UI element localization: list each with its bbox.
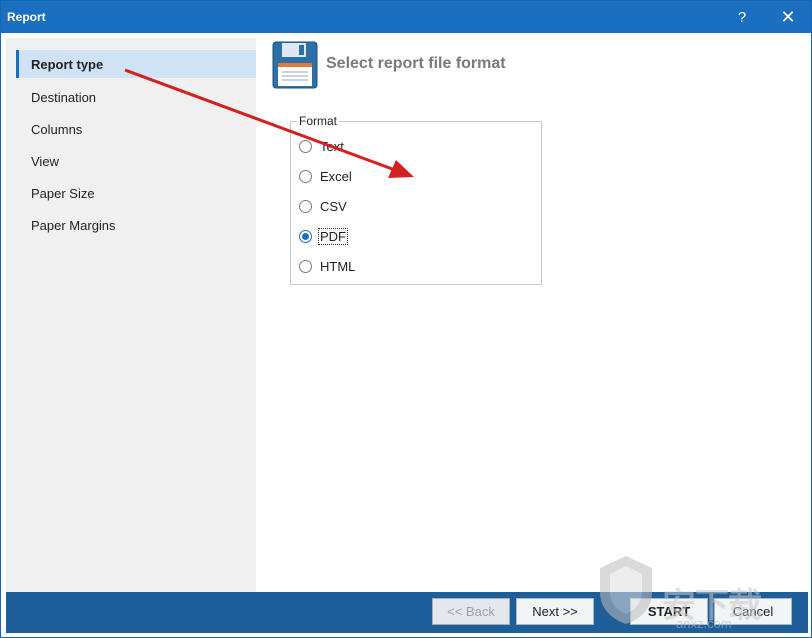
radio-option-pdf[interactable]: PDF (299, 226, 348, 246)
sidebar: Report type Destination Columns View Pap… (6, 38, 256, 592)
sidebar-item-label: Columns (31, 121, 83, 137)
sidebar-item-paper-size[interactable]: Paper Size (16, 179, 256, 207)
sidebar-item-destination[interactable]: Destination (16, 83, 256, 111)
sidebar-item-label: Paper Size (31, 185, 95, 201)
radio-option-excel[interactable]: Excel (299, 166, 353, 186)
radio-button[interactable] (299, 139, 312, 153)
sidebar-item-columns[interactable]: Columns (16, 115, 256, 143)
sidebar-item-label: Report type (31, 56, 104, 72)
cancel-button[interactable]: Cancel (714, 598, 792, 625)
radio-option-text[interactable]: Text (299, 136, 345, 156)
page-title: Select report file format (326, 55, 506, 72)
sidebar-item-label: View (31, 153, 59, 169)
radio-option-html[interactable]: HTML (299, 256, 356, 276)
main-panel: Select report file format Format Text Ex… (256, 33, 811, 592)
sidebar-item-view[interactable]: View (16, 147, 256, 175)
start-button[interactable]: START (630, 598, 708, 625)
window-title: Report (7, 10, 46, 24)
help-button[interactable]: ? (721, 1, 763, 33)
radio-option-csv[interactable]: CSV (299, 196, 348, 216)
radio-button-selected[interactable] (299, 229, 312, 243)
radio-label: Text (320, 138, 344, 154)
radio-button[interactable] (299, 169, 312, 183)
format-group-label: Format (297, 114, 340, 128)
report-dialog: Report ? ✕ Report type Destination Colum… (0, 0, 812, 638)
sidebar-item-paper-margins[interactable]: Paper Margins (16, 211, 256, 239)
sidebar-item-label: Paper Margins (31, 217, 116, 233)
back-button[interactable]: << Back (432, 598, 510, 625)
sidebar-item-label: Destination (31, 89, 97, 105)
radio-label: HTML (320, 258, 356, 274)
radio-label: Excel (320, 168, 352, 184)
radio-label: PDF (318, 227, 348, 245)
close-button[interactable]: ✕ (767, 1, 809, 33)
floppy-disk-icon (272, 41, 318, 89)
footer-bar: << Back Next >> START Cancel (6, 592, 808, 633)
sidebar-item-report-type[interactable]: Report type (16, 50, 256, 78)
radio-button[interactable] (299, 199, 312, 213)
radio-label: CSV (320, 198, 347, 214)
radio-button[interactable] (299, 259, 312, 273)
title-bar: Report ? ✕ (1, 1, 811, 33)
format-groupbox: Format Text Excel CSV PDF HTML (290, 114, 542, 285)
next-button[interactable]: Next >> (516, 598, 594, 625)
